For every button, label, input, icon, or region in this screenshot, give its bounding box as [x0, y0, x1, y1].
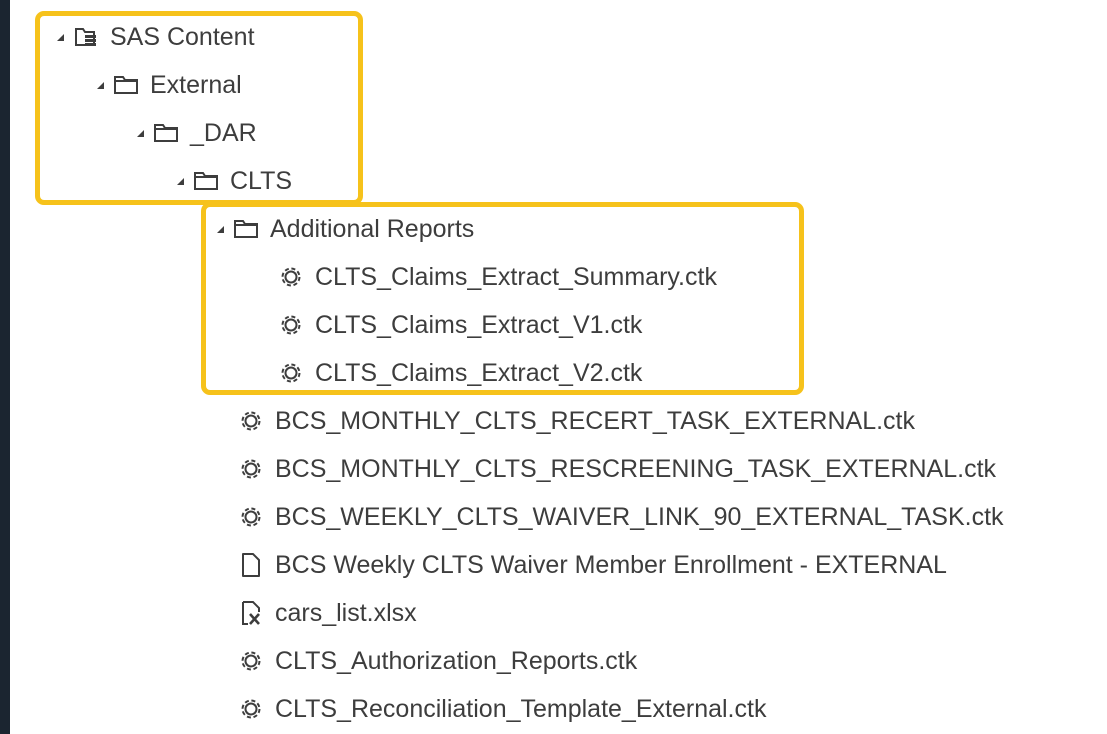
tree-leaf-label: CLTS_Claims_Extract_V1.ctk	[315, 311, 643, 339]
expand-triangle-icon[interactable]	[216, 223, 229, 236]
tree-leaf-item[interactable]: CLTS_Reconciliation_Template_External.ct…	[237, 685, 766, 733]
sas-content-icon	[72, 23, 100, 51]
gear-icon	[277, 311, 305, 339]
tree-node-label: SAS Content	[110, 23, 255, 51]
gear-icon	[237, 647, 265, 675]
tree-leaf-item[interactable]: cars_list.xlsx	[237, 589, 417, 637]
tree-node-label: External	[150, 71, 242, 99]
excel-file-icon	[237, 599, 265, 627]
tree-node-label: _DAR	[190, 119, 257, 147]
gear-icon	[237, 455, 265, 483]
tree-leaf-item[interactable]: BCS_MONTHLY_CLTS_RECERT_TASK_EXTERNAL.ct…	[237, 397, 915, 445]
expand-triangle-icon[interactable]	[136, 127, 149, 140]
gear-icon	[237, 503, 265, 531]
tree-leaf-label: CLTS_Reconciliation_Template_External.ct…	[275, 695, 767, 723]
gear-icon	[237, 695, 265, 723]
tree-leaf-item[interactable]: BCS Weekly CLTS Waiver Member Enrollment…	[237, 541, 947, 589]
tree-leaf-label: BCS_MONTHLY_CLTS_RECERT_TASK_EXTERNAL.ct…	[275, 407, 915, 435]
document-icon	[237, 551, 265, 579]
gear-icon	[237, 407, 265, 435]
tree-leaf-item[interactable]: CLTS_Claims_Extract_V2.ctk	[277, 349, 642, 397]
folder-icon	[192, 167, 220, 195]
tree-leaf-label: BCS_MONTHLY_CLTS_RESCREENING_TASK_EXTERN…	[275, 455, 997, 483]
gear-icon	[277, 359, 305, 387]
tree-leaf-item[interactable]: BCS_WEEKLY_CLTS_WAIVER_LINK_90_EXTERNAL_…	[237, 493, 1004, 541]
tree-leaf-label: cars_list.xlsx	[275, 599, 417, 627]
tree-node-label: CLTS	[230, 167, 293, 195]
tree-node-dar[interactable]: _DAR	[136, 109, 257, 157]
folder-icon	[232, 215, 260, 243]
content-tree-panel: SAS Content External _DAR CLTS Additiona…	[10, 0, 1107, 734]
tree-leaf-label: BCS Weekly CLTS Waiver Member Enrollment…	[275, 551, 947, 579]
tree-leaf-item[interactable]: CLTS_Claims_Extract_Summary.ctk	[277, 253, 717, 301]
tree-leaf-item[interactable]: BCS_MONTHLY_CLTS_RESCREENING_TASK_EXTERN…	[237, 445, 996, 493]
gear-icon	[277, 263, 305, 291]
tree-node-additional-reports[interactable]: Additional Reports	[216, 205, 474, 253]
tree-leaf-label: CLTS_Claims_Extract_Summary.ctk	[315, 263, 717, 291]
tree-leaf-label: BCS_WEEKLY_CLTS_WAIVER_LINK_90_EXTERNAL_…	[275, 503, 1004, 531]
expand-triangle-icon[interactable]	[96, 79, 109, 92]
tree-node-clts[interactable]: CLTS	[176, 157, 292, 205]
tree-node-sas-content[interactable]: SAS Content	[56, 13, 255, 61]
tree-leaf-item[interactable]: CLTS_Authorization_Reports.ctk	[237, 637, 637, 685]
expand-triangle-icon[interactable]	[176, 175, 189, 188]
tree-leaf-label: CLTS_Claims_Extract_V2.ctk	[315, 359, 643, 387]
folder-icon	[112, 71, 140, 99]
folder-icon	[152, 119, 180, 147]
tree-node-external[interactable]: External	[96, 61, 242, 109]
tree-node-label: Additional Reports	[270, 215, 475, 243]
tree-leaf-label: CLTS_Authorization_Reports.ctk	[275, 647, 638, 675]
expand-triangle-icon[interactable]	[56, 31, 69, 44]
tree-leaf-item[interactable]: CLTS_Claims_Extract_V1.ctk	[277, 301, 642, 349]
